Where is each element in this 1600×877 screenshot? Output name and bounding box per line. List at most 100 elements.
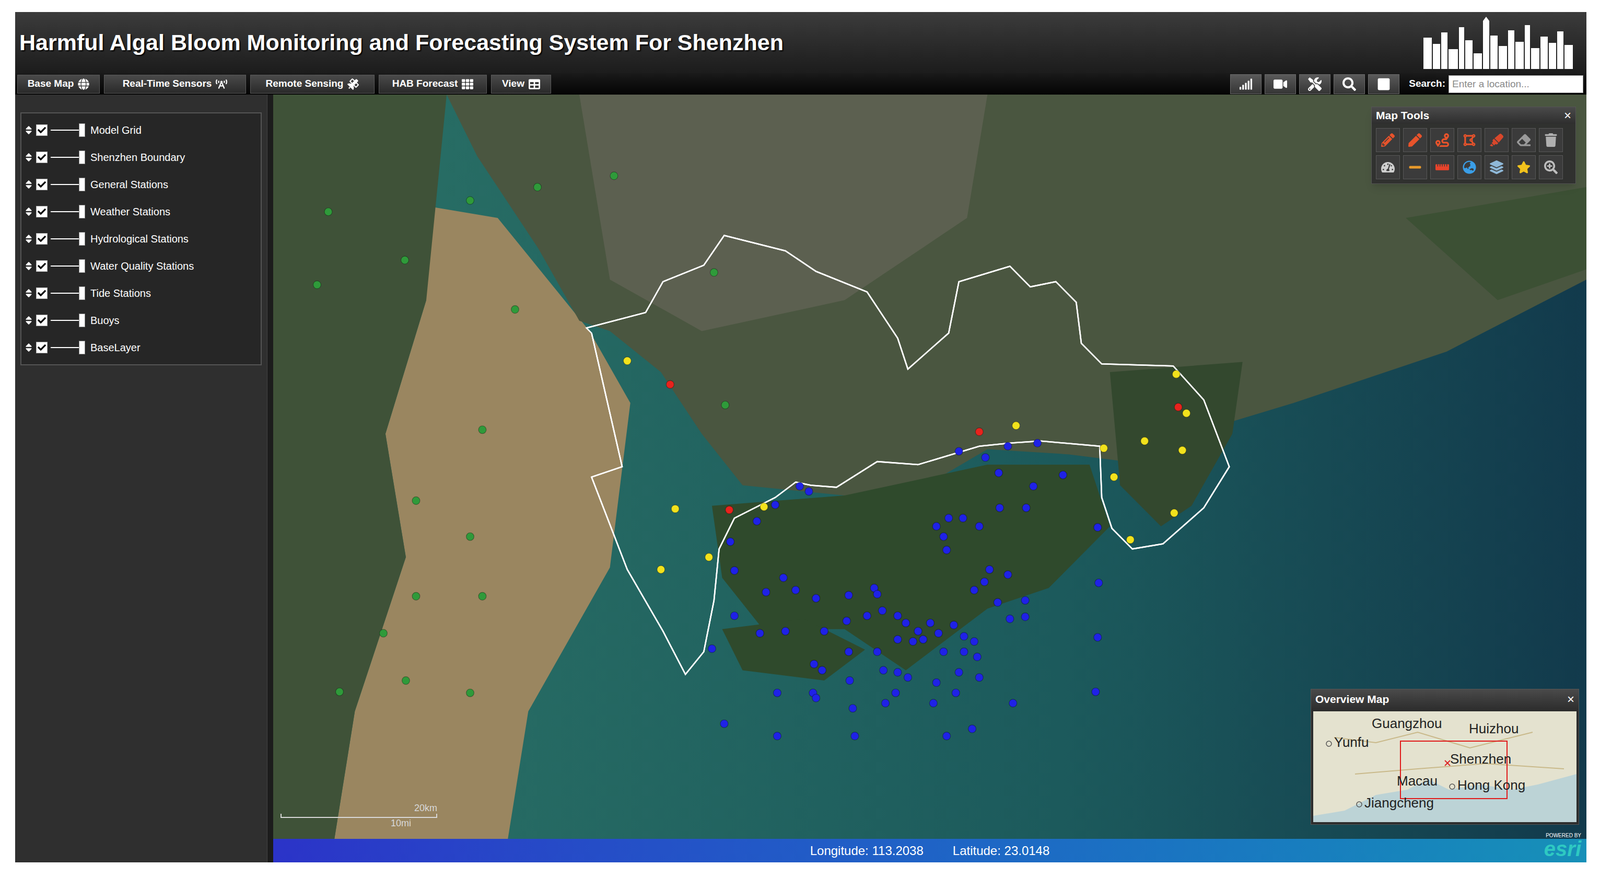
- station-marker[interactable]: [781, 626, 790, 635]
- station-marker[interactable]: [1006, 614, 1014, 623]
- station-marker[interactable]: [845, 676, 854, 685]
- tool-button[interactable]: [1368, 74, 1400, 95]
- station-marker[interactable]: [873, 647, 882, 656]
- tool-button[interactable]: [1333, 74, 1365, 95]
- map-tool-button[interactable]: [1403, 127, 1428, 153]
- station-marker[interactable]: [760, 502, 768, 511]
- station-marker[interactable]: [401, 255, 410, 264]
- map-tool-button[interactable]: [1484, 155, 1509, 180]
- station-marker[interactable]: [873, 589, 882, 598]
- station-marker[interactable]: [1170, 508, 1178, 517]
- opacity-slider[interactable]: [50, 231, 86, 246]
- tool-button[interactable]: [1264, 74, 1296, 95]
- station-marker[interactable]: [893, 668, 902, 676]
- layer-checkbox[interactable]: [36, 260, 48, 272]
- station-marker[interactable]: [708, 644, 717, 653]
- layer-checkbox[interactable]: [36, 232, 48, 245]
- station-marker[interactable]: [902, 618, 910, 627]
- station-marker[interactable]: [755, 628, 764, 637]
- slider-handle[interactable]: [78, 259, 86, 273]
- layer-checkbox[interactable]: [36, 178, 48, 191]
- station-marker[interactable]: [1182, 409, 1191, 417]
- station-marker[interactable]: [412, 591, 420, 600]
- opacity-slider[interactable]: [50, 150, 86, 165]
- slider-handle[interactable]: [78, 313, 86, 327]
- station-marker[interactable]: [975, 673, 984, 682]
- reorder-icon[interactable]: [24, 152, 33, 163]
- station-marker[interactable]: [324, 207, 333, 216]
- slider-handle[interactable]: [78, 204, 86, 219]
- layer-checkbox[interactable]: [36, 151, 48, 163]
- station-marker[interactable]: [478, 425, 487, 434]
- station-marker[interactable]: [623, 356, 632, 365]
- station-marker[interactable]: [919, 635, 928, 644]
- overview-body[interactable]: GuangzhouHuizhouYunfuShenzhenMacauHong K…: [1313, 710, 1577, 822]
- station-marker[interactable]: [893, 635, 902, 644]
- station-marker[interactable]: [850, 731, 859, 740]
- station-marker[interactable]: [812, 593, 821, 602]
- station-marker[interactable]: [926, 618, 935, 627]
- opacity-slider[interactable]: [50, 340, 86, 355]
- station-marker[interactable]: [1093, 523, 1102, 532]
- layer-checkbox[interactable]: [36, 341, 48, 354]
- station-marker[interactable]: [804, 487, 813, 496]
- reorder-icon[interactable]: [24, 206, 33, 217]
- opacity-slider[interactable]: [50, 286, 86, 300]
- station-marker[interactable]: [1003, 441, 1012, 450]
- station-marker[interactable]: [810, 659, 819, 668]
- station-marker[interactable]: [904, 673, 913, 682]
- station-marker[interactable]: [848, 704, 857, 712]
- map-canvas[interactable]: 20km10miMap Tools×Overview Map×Guangzhou…: [273, 94, 1587, 839]
- station-marker[interactable]: [960, 632, 968, 640]
- station-marker[interactable]: [893, 611, 902, 620]
- station-marker[interactable]: [666, 380, 674, 389]
- opacity-slider[interactable]: [50, 204, 86, 219]
- station-marker[interactable]: [960, 647, 968, 656]
- station-marker[interactable]: [820, 626, 828, 635]
- reorder-icon[interactable]: [24, 287, 33, 299]
- station-marker[interactable]: [980, 577, 989, 586]
- layer-checkbox[interactable]: [36, 287, 48, 299]
- station-marker[interactable]: [944, 514, 953, 522]
- opacity-slider[interactable]: [50, 177, 86, 192]
- reorder-icon[interactable]: [24, 124, 33, 136]
- station-marker[interactable]: [726, 537, 735, 546]
- station-marker[interactable]: [725, 505, 734, 514]
- station-marker[interactable]: [1140, 436, 1149, 445]
- station-marker[interactable]: [478, 591, 487, 600]
- station-marker[interactable]: [610, 171, 618, 180]
- map-tool-button[interactable]: [1403, 155, 1428, 180]
- station-marker[interactable]: [939, 647, 948, 656]
- station-marker[interactable]: [1110, 472, 1118, 481]
- menu-button[interactable]: Real-Time Sensors: [103, 74, 247, 94]
- map-tool-button[interactable]: [1430, 127, 1455, 153]
- station-marker[interactable]: [1033, 438, 1042, 447]
- station-marker[interactable]: [1029, 482, 1038, 490]
- station-marker[interactable]: [951, 688, 960, 697]
- layer-checkbox[interactable]: [36, 314, 48, 326]
- station-marker[interactable]: [402, 676, 411, 685]
- tool-button[interactable]: [1230, 74, 1262, 95]
- station-marker[interactable]: [981, 453, 990, 462]
- station-marker[interactable]: [994, 468, 1003, 477]
- station-marker[interactable]: [1093, 633, 1102, 641]
- station-marker[interactable]: [709, 268, 718, 277]
- station-marker[interactable]: [929, 698, 938, 707]
- station-marker[interactable]: [954, 668, 963, 676]
- station-marker[interactable]: [818, 666, 826, 674]
- map-tool-button[interactable]: [1511, 127, 1536, 153]
- station-marker[interactable]: [812, 693, 821, 702]
- station-marker[interactable]: [975, 522, 984, 531]
- station-marker[interactable]: [1100, 444, 1108, 452]
- map-tool-button[interactable]: [1484, 127, 1509, 153]
- station-marker[interactable]: [379, 628, 388, 637]
- station-marker[interactable]: [934, 628, 943, 637]
- station-marker[interactable]: [705, 553, 714, 562]
- station-marker[interactable]: [932, 522, 941, 531]
- station-marker[interactable]: [959, 514, 967, 522]
- opacity-slider[interactable]: [50, 259, 86, 273]
- station-marker[interactable]: [908, 637, 917, 646]
- station-marker[interactable]: [1021, 596, 1030, 604]
- station-marker[interactable]: [1003, 570, 1012, 579]
- station-marker[interactable]: [975, 427, 984, 436]
